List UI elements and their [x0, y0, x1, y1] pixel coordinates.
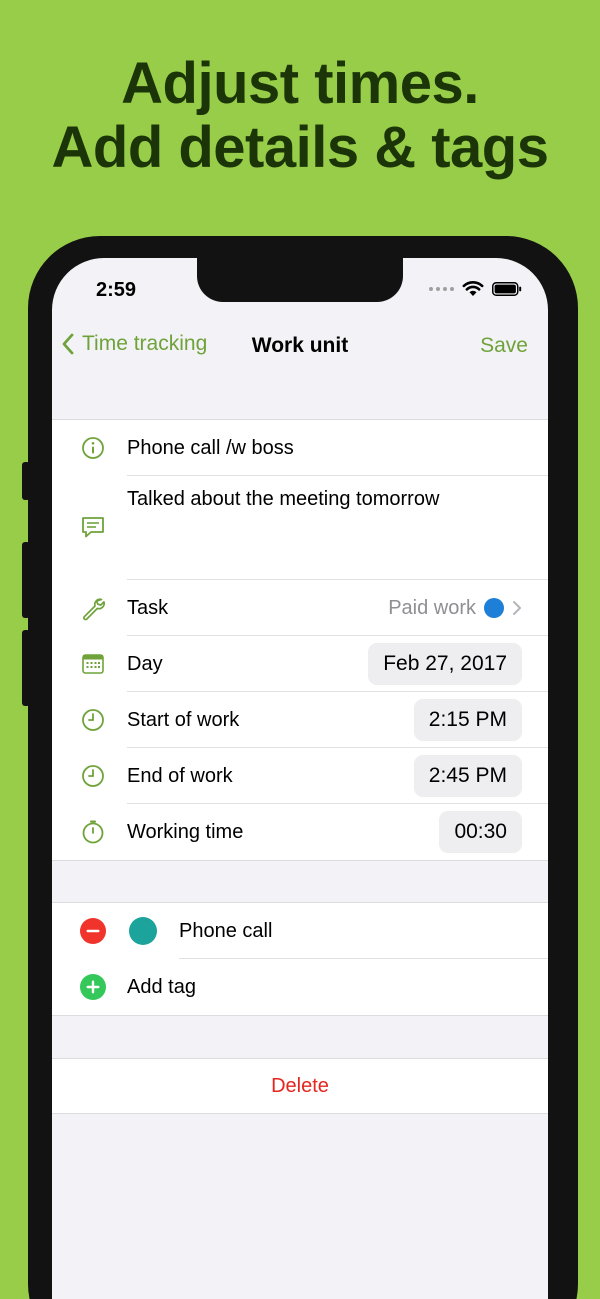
add-tag-row[interactable]: Add tag [52, 959, 548, 1015]
headline-line-1: Adjust times. [121, 51, 479, 116]
battery-icon [492, 281, 522, 296]
task-value: Paid work [388, 596, 476, 619]
plus-circle-icon [80, 974, 106, 1000]
headline-line-2: Add details & tags [51, 115, 549, 180]
duration-row: Working time 00:30 [52, 804, 548, 860]
task-row[interactable]: Task Paid work [52, 580, 548, 636]
tags-section: Phone call Add tag [52, 902, 548, 1016]
task-label: Task [127, 596, 169, 619]
wifi-icon [462, 281, 484, 296]
remove-tag-button[interactable] [80, 918, 106, 944]
marketing-headline: Adjust times. Add details & tags [0, 52, 600, 180]
chevron-left-icon [62, 333, 74, 355]
task-selector[interactable]: Paid work [388, 597, 522, 620]
calendar-icon [80, 651, 106, 677]
comment-icon [80, 514, 106, 540]
day-row: Day Feb 27, 2017 [52, 636, 548, 692]
delete-button[interactable]: Delete [52, 1059, 548, 1113]
stopwatch-icon [80, 819, 106, 845]
note-row[interactable]: Talked about the meeting tomorrow [52, 476, 548, 580]
phone-screen: 2:59 Time tracking Work unit Save Phone … [52, 258, 548, 1299]
wrench-icon [80, 595, 106, 621]
back-button[interactable]: Time tracking [62, 332, 207, 356]
title-row[interactable]: Phone call /w boss [52, 420, 548, 476]
day-label: Day [127, 652, 163, 675]
task-color-dot [484, 598, 504, 618]
end-label: End of work [127, 764, 233, 787]
chevron-right-icon [513, 601, 521, 615]
navigation-bar: Time tracking Work unit Save [52, 320, 548, 374]
details-section: Phone call /w boss Talked about the meet… [52, 419, 548, 861]
status-icons [429, 280, 522, 297]
end-time-picker[interactable]: 2:45 PM [413, 755, 522, 797]
delete-section: Delete [52, 1058, 548, 1114]
save-button[interactable]: Save [480, 334, 528, 358]
start-row: Start of work 2:15 PM [52, 692, 548, 748]
add-tag-label: Add tag [127, 975, 196, 998]
day-picker[interactable]: Feb 27, 2017 [368, 643, 522, 685]
clock-icon [80, 763, 106, 789]
back-button-label: Time tracking [82, 332, 208, 355]
title-field[interactable]: Phone call /w boss [127, 437, 294, 460]
tag-row: Phone call [52, 903, 548, 959]
minus-circle-icon [80, 918, 106, 944]
start-time-picker[interactable]: 2:15 PM [413, 699, 522, 741]
add-tag-button[interactable] [80, 974, 106, 1000]
status-time: 2:59 [96, 279, 137, 301]
duration-label: Working time [127, 820, 244, 843]
duration-picker[interactable]: 00:30 [439, 811, 522, 853]
tag-color-dot [129, 917, 157, 945]
note-field[interactable]: Talked about the meeting tomorrow [127, 488, 439, 511]
info-icon [80, 435, 106, 461]
end-row: End of work 2:45 PM [52, 748, 548, 804]
tag-name: Phone call [179, 919, 273, 942]
cellular-signal-icon [429, 286, 454, 291]
clock-icon [80, 707, 106, 733]
notch [197, 258, 403, 302]
start-label: Start of work [127, 708, 240, 731]
